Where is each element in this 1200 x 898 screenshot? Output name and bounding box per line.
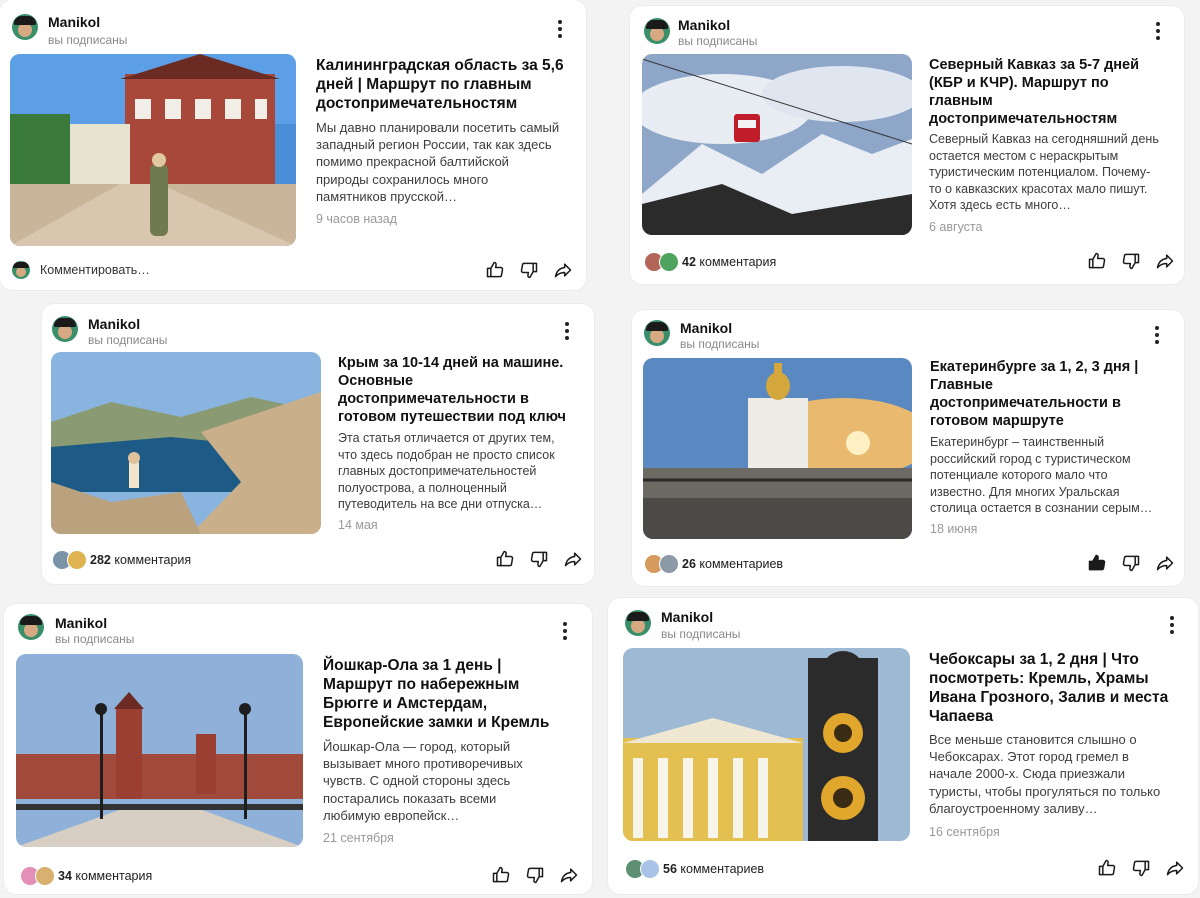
article-date: 9 часов назад xyxy=(316,212,398,226)
author-name[interactable]: Manikol xyxy=(678,17,730,33)
thumbs-up-icon[interactable] xyxy=(484,259,506,281)
commenter-avatars xyxy=(20,866,55,886)
author-name[interactable]: Manikol xyxy=(48,14,100,30)
author-name[interactable]: Manikol xyxy=(88,316,140,332)
more-vertical-icon[interactable] xyxy=(1148,324,1166,346)
article-card-crimea[interactable]: Manikol вы подписаны Крым за 10-14 дней … xyxy=(42,304,594,584)
article-date: 16 сентября xyxy=(929,825,1000,839)
article-card-cheboksary[interactable]: Manikol вы подписаны Чебоксары за 1, 2 д… xyxy=(608,598,1198,894)
thumbs-up-icon[interactable] xyxy=(490,864,512,886)
more-vertical-icon[interactable] xyxy=(1149,20,1167,42)
article-title[interactable]: Калининградская область за 5,6 дней | Ма… xyxy=(316,56,566,113)
author-avatar[interactable] xyxy=(644,320,670,346)
share-arrow-icon[interactable] xyxy=(552,259,574,281)
author-name[interactable]: Manikol xyxy=(680,320,732,336)
article-title[interactable]: Крым за 10-14 дней на машине. Основные д… xyxy=(338,354,573,426)
more-vertical-icon[interactable] xyxy=(556,620,574,642)
article-date: 6 августа xyxy=(929,220,983,234)
author-avatar[interactable] xyxy=(18,614,44,640)
subscription-status: вы подписаны xyxy=(678,34,758,48)
article-card-yoshkar-ola[interactable]: Manikol вы подписаны Йошкар-Ола за 1 ден… xyxy=(4,604,592,894)
thumbs-down-icon[interactable] xyxy=(528,548,550,570)
thumbs-down-icon[interactable] xyxy=(524,864,546,886)
article-description: Северный Кавказ на сегодняшний день оста… xyxy=(929,132,1159,213)
article-description: Все меньше становится слышно о Чебоксара… xyxy=(929,732,1161,816)
article-description: Мы давно планировали посетить самый запа… xyxy=(316,120,560,204)
share-arrow-icon[interactable] xyxy=(1164,857,1186,879)
more-vertical-icon[interactable] xyxy=(551,18,569,40)
subscription-status: вы подписаны xyxy=(680,337,760,351)
author-avatar[interactable] xyxy=(625,610,651,636)
thumbs-up-icon[interactable] xyxy=(1096,857,1118,879)
article-card-kaliningrad[interactable]: Manikol вы подписаны Калининградская обл… xyxy=(0,0,586,290)
comments-count[interactable]: 282 комментария xyxy=(90,553,191,567)
thumbs-up-icon[interactable] xyxy=(494,548,516,570)
commenter-avatars xyxy=(644,554,679,574)
thumbs-down-icon[interactable] xyxy=(518,259,540,281)
thumbs-down-icon[interactable] xyxy=(1120,250,1142,272)
article-date: 14 мая xyxy=(338,518,378,532)
article-image[interactable] xyxy=(643,358,912,539)
article-image[interactable] xyxy=(10,54,296,246)
subscription-status: вы подписаны xyxy=(88,333,168,347)
article-description: Йошкар-Ола — город, который вызывает мно… xyxy=(323,739,523,823)
comments-count[interactable]: 42 комментария xyxy=(682,255,776,269)
more-vertical-icon[interactable] xyxy=(558,320,576,342)
article-image[interactable] xyxy=(16,654,303,847)
article-title[interactable]: Екатеринбурге за 1, 2, 3 дня | Главные д… xyxy=(930,358,1160,430)
article-title[interactable]: Северный Кавказ за 5-7 дней (КБР и КЧР).… xyxy=(929,56,1159,128)
user-avatar xyxy=(12,261,30,279)
share-arrow-icon[interactable] xyxy=(1154,250,1176,272)
article-date: 18 июня xyxy=(930,522,978,536)
article-description: Эта статья отличается от других тем, что… xyxy=(338,431,555,512)
subscription-status: вы подписаны xyxy=(661,627,741,641)
subscription-status: вы подписаны xyxy=(48,33,128,47)
author-avatar[interactable] xyxy=(644,18,670,44)
commenter-avatars xyxy=(644,252,679,272)
author-name[interactable]: Manikol xyxy=(661,609,713,625)
thumbs-down-icon[interactable] xyxy=(1120,552,1142,574)
article-image[interactable] xyxy=(51,352,321,534)
thumbs-up-icon[interactable] xyxy=(1086,250,1108,272)
article-title[interactable]: Чебоксары за 1, 2 дня | Что посмотреть: … xyxy=(929,650,1169,726)
share-arrow-icon[interactable] xyxy=(558,864,580,886)
article-date: 21 сентября xyxy=(323,831,394,845)
commenter-avatars xyxy=(52,550,87,570)
subscription-status: вы подписаны xyxy=(55,632,135,646)
thumbs-up-icon[interactable] xyxy=(1086,552,1108,574)
share-arrow-icon[interactable] xyxy=(562,548,584,570)
comments-count[interactable]: 26 комментариев xyxy=(682,557,783,571)
comments-count[interactable]: 34 комментария xyxy=(58,869,152,883)
author-avatar[interactable] xyxy=(12,14,38,40)
author-name[interactable]: Manikol xyxy=(55,615,107,631)
article-card-caucasus[interactable]: Manikol вы подписаны Северный Кавказ за … xyxy=(630,6,1184,284)
more-vertical-icon[interactable] xyxy=(1163,614,1181,636)
article-description: Екатеринбург – таинственный российский г… xyxy=(930,435,1153,516)
commenter-avatars xyxy=(625,859,660,879)
comments-count[interactable]: 56 комментариев xyxy=(663,862,764,876)
share-arrow-icon[interactable] xyxy=(1154,552,1176,574)
article-card-yekaterinburg[interactable]: Manikol вы подписаны Екатеринбурге за 1,… xyxy=(632,310,1184,586)
article-image[interactable] xyxy=(623,648,910,841)
author-avatar[interactable] xyxy=(52,316,78,342)
article-image[interactable] xyxy=(642,54,912,235)
comment-input[interactable]: Комментировать… xyxy=(40,263,150,277)
thumbs-down-icon[interactable] xyxy=(1130,857,1152,879)
article-title[interactable]: Йошкар-Ола за 1 день | Маршрут по набере… xyxy=(323,656,558,732)
